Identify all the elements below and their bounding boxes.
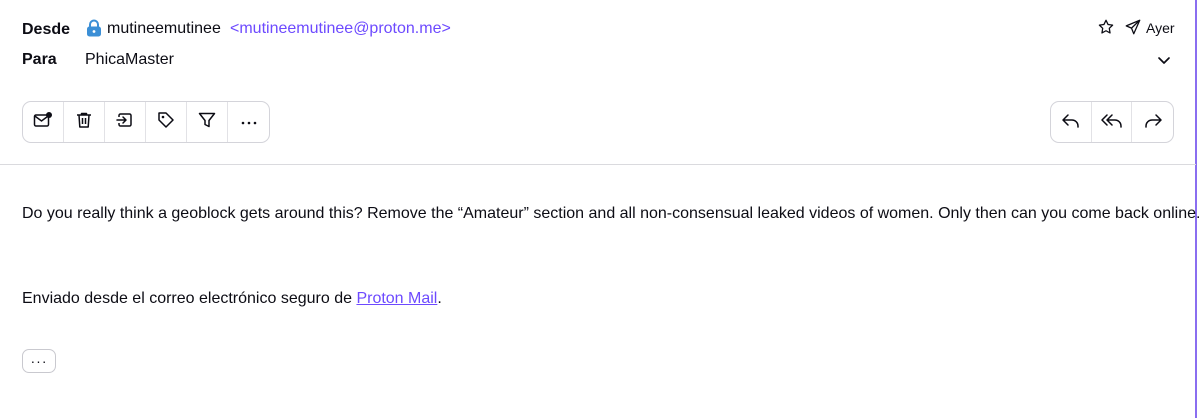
show-quoted-button[interactable]: ···	[22, 349, 56, 373]
reply-actions-toolbar	[1050, 101, 1174, 143]
filter-icon	[198, 111, 216, 134]
mark-unread-button[interactable]	[23, 102, 64, 142]
from-label: Desde	[22, 21, 71, 38]
more-options-icon	[240, 113, 258, 131]
reply-all-button[interactable]	[1092, 102, 1133, 142]
star-icon[interactable]	[1096, 17, 1116, 37]
message-actions-toolbar	[22, 101, 270, 143]
trash-button[interactable]	[64, 102, 105, 142]
to-label: Para	[22, 51, 57, 68]
trash-icon	[75, 111, 93, 134]
header-divider	[0, 164, 1196, 165]
label-button[interactable]	[146, 102, 187, 142]
filter-button[interactable]	[187, 102, 228, 142]
move-to-folder-button[interactable]	[105, 102, 146, 142]
forward-icon	[1143, 111, 1163, 134]
reply-button[interactable]	[1051, 102, 1092, 142]
send-icon	[1123, 17, 1143, 37]
reply-icon	[1061, 111, 1081, 134]
lock-icon	[86, 19, 102, 37]
move-to-folder-icon	[116, 111, 134, 134]
forward-button[interactable]	[1132, 102, 1173, 142]
proton-mail-link[interactable]: Proton Mail	[356, 290, 437, 307]
message-date: Ayer	[1146, 20, 1175, 36]
more-options-button[interactable]	[228, 102, 269, 142]
sender-address[interactable]: <mutineemutinee@proton.me>	[230, 20, 451, 38]
reply-all-icon	[1100, 111, 1123, 134]
message-signature: Enviado desde el correo electrónico segu…	[22, 290, 442, 308]
signature-text: Enviado desde el correo electrónico segu…	[22, 290, 357, 307]
mark-unread-icon	[33, 111, 53, 134]
recipient-name[interactable]: PhicaMaster	[85, 51, 174, 69]
message-body: Do you really think a geoblock gets arou…	[22, 205, 1200, 222]
label-icon	[157, 111, 175, 134]
signature-suffix: .	[437, 290, 442, 307]
chevron-down-icon[interactable]	[1155, 51, 1173, 69]
sender-name[interactable]: mutineemutinee	[107, 20, 221, 38]
